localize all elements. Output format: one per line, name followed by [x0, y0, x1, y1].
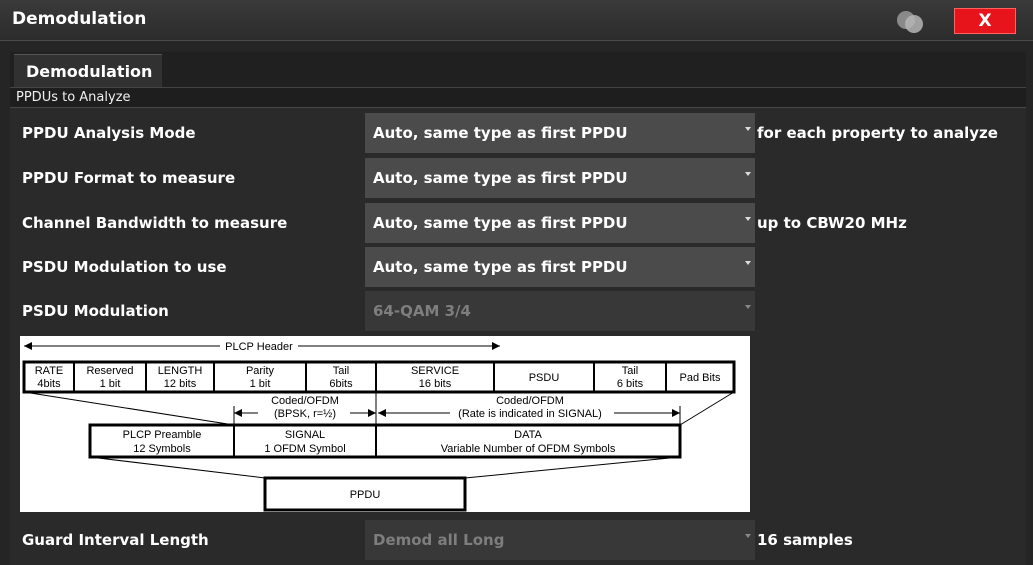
chevron-down-icon — [745, 261, 751, 265]
field-tail-name: Tail — [333, 365, 350, 377]
coded-data-line1: Coded/OFDM — [496, 395, 564, 407]
row-psdu-modulation: PSDU Modulation 64-QAM 3/4 — [10, 290, 1026, 332]
psdu-modulation-to-use-value: Auto, same type as first PPDU — [373, 258, 628, 276]
chevron-down-icon — [745, 127, 751, 131]
ppdu-analysis-mode-label: PPDU Analysis Mode — [22, 124, 196, 142]
data-size: Variable Number of OFDM Symbols — [441, 443, 616, 455]
coded-data-line2: (Rate is indicated in SIGNAL) — [458, 408, 602, 420]
title-bar: Demodulation X — [0, 0, 1033, 41]
guard-interval-value: Demod all Long — [373, 531, 505, 549]
field-pad-bits-name: Pad Bits — [680, 372, 721, 384]
ppdu-analysis-mode-dropdown[interactable]: Auto, same type as first PPDU — [365, 113, 755, 153]
psdu-modulation-to-use-dropdown[interactable]: Auto, same type as first PPDU — [365, 247, 755, 287]
help-icon[interactable] — [893, 9, 929, 35]
ppdu-analysis-mode-suffix: for each property to analyze — [757, 124, 998, 142]
signal-name: SIGNAL — [285, 429, 325, 441]
tab-strip: Demodulation — [10, 52, 1026, 88]
preamble-name: PLCP Preamble — [123, 429, 202, 441]
signal-size: 1 OFDM Symbol — [264, 443, 345, 455]
field-tail2-size: 6 bits — [617, 378, 644, 390]
chevron-down-icon — [745, 217, 751, 221]
row-psdu-modulation-to-use: PSDU Modulation to use Auto, same type a… — [10, 246, 1026, 288]
field-rate-size: 4bits — [37, 378, 61, 390]
channel-bandwidth-value: Auto, same type as first PPDU — [373, 214, 628, 232]
psdu-modulation-to-use-label: PSDU Modulation to use — [22, 258, 227, 276]
field-rate-name: RATE — [35, 365, 64, 377]
coded-signal-line2: (BPSK, r=½) — [274, 408, 336, 420]
ppdu-format-dropdown[interactable]: Auto, same type as first PPDU — [365, 158, 755, 198]
field-reserved-size: 1 bit — [100, 378, 121, 390]
guard-interval-suffix: 16 samples — [757, 531, 853, 549]
demodulation-dialog: Demodulation X Demodulation PPDUs to Ana… — [0, 0, 1033, 565]
guard-interval-dropdown[interactable]: Demod all Long — [365, 520, 755, 560]
row-guard-interval: Guard Interval Length Demod all Long 16 … — [10, 519, 1026, 561]
plcp-header-label: PLCP Header — [225, 341, 293, 353]
chevron-down-icon — [745, 172, 751, 176]
field-tail2-name: Tail — [622, 365, 639, 377]
ppdu-structure-diagram: PLCP Header RATE 4bits Reserved 1 bit LE… — [20, 336, 750, 512]
field-length-name: LENGTH — [158, 365, 203, 377]
channel-bandwidth-label: Channel Bandwidth to measure — [22, 214, 288, 232]
ppdu-label: PPDU — [350, 489, 381, 501]
chevron-down-icon — [745, 305, 751, 309]
ppdu-format-label: PPDU Format to measure — [22, 169, 236, 187]
channel-bandwidth-dropdown[interactable]: Auto, same type as first PPDU — [365, 203, 755, 243]
row-ppdu-format: PPDU Format to measure Auto, same type a… — [10, 157, 1026, 199]
ppdu-analysis-mode-value: Auto, same type as first PPDU — [373, 124, 628, 142]
section-label: PPDUs to Analyze — [10, 88, 1026, 108]
channel-bandwidth-suffix: up to CBW20 MHz — [757, 214, 907, 232]
close-button[interactable]: X — [954, 8, 1016, 34]
psdu-modulation-value: 64-QAM 3/4 — [373, 302, 471, 320]
field-service-size: 16 bits — [419, 378, 452, 390]
guard-interval-label: Guard Interval Length — [22, 531, 209, 549]
field-tail-size: 6bits — [329, 378, 353, 390]
field-reserved-name: Reserved — [86, 365, 133, 377]
ppdu-format-value: Auto, same type as first PPDU — [373, 169, 628, 187]
field-length-size: 12 bits — [164, 378, 197, 390]
tab-demodulation[interactable]: Demodulation — [14, 54, 162, 87]
row-channel-bandwidth: Channel Bandwidth to measure Auto, same … — [10, 202, 1026, 244]
chevron-down-icon — [745, 534, 751, 538]
field-service-name: SERVICE — [411, 365, 459, 377]
row-ppdu-analysis-mode: PPDU Analysis Mode Auto, same type as fi… — [10, 112, 1026, 154]
preamble-size: 12 Symbols — [133, 443, 191, 455]
field-parity-name: Parity — [246, 365, 275, 377]
psdu-modulation-label: PSDU Modulation — [22, 302, 169, 320]
dialog-title: Demodulation — [12, 9, 147, 29]
data-name: DATA — [514, 429, 542, 441]
psdu-modulation-dropdown[interactable]: 64-QAM 3/4 — [365, 291, 755, 331]
coded-signal-line1: Coded/OFDM — [271, 395, 339, 407]
field-parity-size: 1 bit — [250, 378, 271, 390]
field-psdu-name: PSDU — [529, 372, 560, 384]
